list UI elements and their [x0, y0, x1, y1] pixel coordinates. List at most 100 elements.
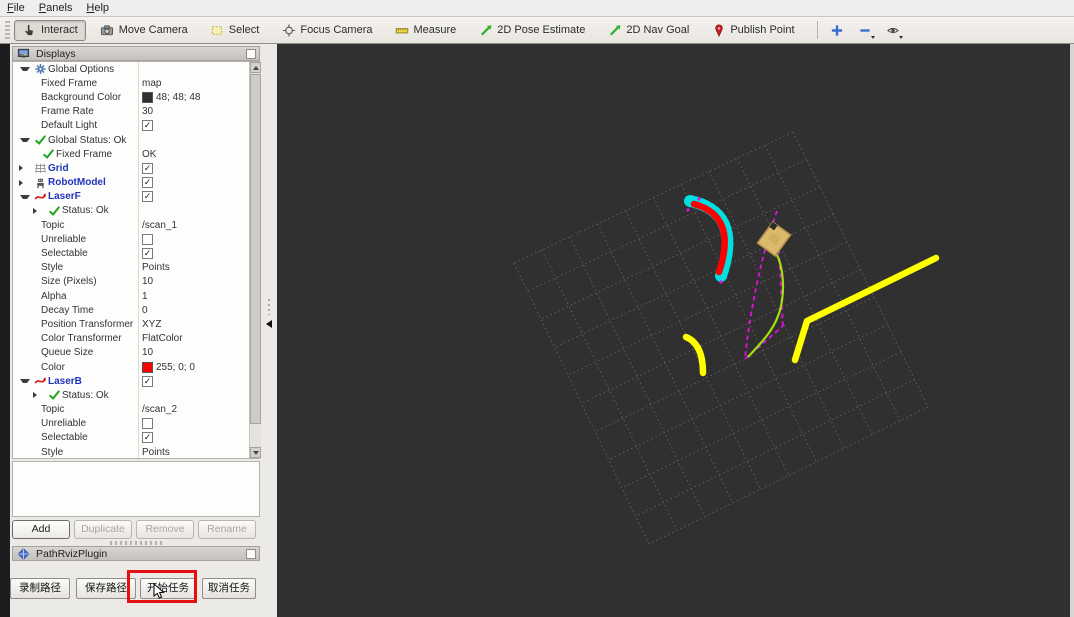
tree-row-value[interactable]: 10: [142, 347, 153, 358]
tree-scrollbar[interactable]: [249, 62, 261, 458]
tree-row-value[interactable]: 1: [142, 291, 148, 302]
tree-row-value[interactable]: 10: [142, 276, 153, 287]
tree-row[interactable]: Background Color 48; 48; 48: [13, 90, 259, 105]
menu-help[interactable]: Help: [79, 1, 116, 15]
tree-row-value[interactable]: XYZ: [142, 319, 161, 330]
tree-row[interactable]: Topic/scan_2: [13, 402, 259, 417]
expander-closed-icon[interactable]: [33, 392, 43, 399]
tree-row-value[interactable]: Points: [142, 447, 170, 458]
tool-move-camera[interactable]: Move Camera: [92, 20, 196, 41]
add-tool-button[interactable]: [826, 20, 848, 40]
checkbox-checked[interactable]: ✓: [142, 375, 153, 387]
tree-row[interactable]: Unreliable: [13, 416, 259, 431]
tool-2d-pose-estimate[interactable]: 2D Pose Estimate: [470, 20, 593, 41]
tree-row[interactable]: Frame Rate 30: [13, 104, 259, 119]
tree-row-value[interactable]: Points: [142, 262, 170, 273]
checkbox-unchecked[interactable]: [142, 418, 153, 430]
tree-row[interactable]: Status: Ok: [13, 388, 259, 403]
tree-row-value[interactable]: OK: [142, 149, 156, 160]
tree-row[interactable]: Fixed Frame OK: [13, 147, 259, 162]
path-task-button-1[interactable]: 录制路径: [10, 578, 70, 599]
tree-row[interactable]: RobotModel ✓: [13, 175, 259, 190]
expander-closed-icon[interactable]: [19, 179, 29, 186]
remove-button: Remove: [136, 520, 194, 539]
tree-row[interactable]: Selectable ✓: [13, 430, 259, 446]
tree-row-value[interactable]: /scan_2: [142, 404, 177, 415]
laser-back-wall-points: [791, 254, 940, 364]
expander-open-icon[interactable]: [20, 67, 30, 72]
tree-row[interactable]: Color Transformer FlatColor: [13, 331, 259, 346]
panel-splitter[interactable]: [262, 44, 277, 617]
tree-row[interactable]: LaserB ✓: [13, 374, 259, 389]
expander-open-icon[interactable]: [20, 138, 30, 143]
menu-file[interactable]: File: [0, 1, 32, 15]
expander-closed-icon[interactable]: [33, 207, 43, 214]
tree-row[interactable]: Unreliable: [13, 232, 259, 247]
tree-row-label: Selectable: [41, 248, 88, 260]
tool-properties-button[interactable]: [882, 20, 904, 40]
add-button[interactable]: Add: [12, 520, 70, 539]
tree-row[interactable]: Grid ✓: [13, 161, 259, 176]
expander-open-icon[interactable]: [20, 194, 30, 199]
tree-row[interactable]: Topic/scan_1: [13, 218, 259, 233]
tree-row[interactable]: Queue Size 10: [13, 345, 259, 360]
toolbar-drag-handle[interactable]: [5, 21, 10, 39]
checkbox-checked[interactable]: ✓: [142, 177, 153, 189]
tree-row-label: Background Color: [41, 91, 122, 103]
tree-row[interactable]: Alpha 1: [13, 289, 259, 304]
path-plugin-header[interactable]: PathRvizPlugin: [12, 546, 260, 561]
tree-row-value[interactable]: FlatColor: [142, 333, 183, 344]
tool-measure[interactable]: Measure: [386, 20, 464, 41]
checkbox-checked[interactable]: ✓: [142, 162, 153, 174]
scrollbar-thumb[interactable]: [250, 74, 261, 424]
checkbox-checked[interactable]: ✓: [142, 191, 153, 203]
checkbox-checked[interactable]: ✓: [142, 120, 153, 132]
tree-row[interactable]: Global Options: [13, 62, 259, 77]
tree-row[interactable]: Style Points: [13, 260, 259, 275]
tree-row[interactable]: Fixed Frame map: [13, 76, 259, 91]
tree-row[interactable]: Size (Pixels) 10: [13, 274, 259, 289]
checkbox-checked[interactable]: ✓: [142, 432, 153, 444]
tree-row[interactable]: Status: Ok: [13, 203, 259, 219]
displays-float-button[interactable]: [246, 49, 256, 59]
tool-select[interactable]: Select: [202, 20, 268, 41]
tree-row-value[interactable]: map: [142, 78, 161, 89]
color-swatch[interactable]: [142, 91, 153, 103]
dropdown-arrow-icon: [898, 36, 903, 39]
expander-closed-icon[interactable]: [19, 165, 29, 172]
path-task-button-4[interactable]: 取消任务: [202, 578, 256, 599]
collapse-panel-arrow-icon[interactable]: [266, 320, 272, 328]
dock-splitter-handle[interactable]: [110, 541, 162, 545]
scroll-down-button[interactable]: [250, 447, 261, 458]
gear-icon: [33, 62, 48, 77]
tree-row-value[interactable]: 255; 0; 0: [156, 362, 195, 373]
tool-2d-nav-goal[interactable]: 2D Nav Goal: [599, 20, 697, 41]
tree-row-value[interactable]: /scan_1: [142, 220, 177, 231]
tree-row[interactable]: Style Points: [13, 445, 259, 458]
menu-panels[interactable]: Panels: [32, 1, 80, 15]
tool-focus-camera[interactable]: Focus Camera: [273, 20, 380, 41]
checkbox-checked[interactable]: ✓: [142, 248, 153, 260]
tool-interact[interactable]: Interact: [14, 19, 86, 41]
3d-viewport[interactable]: [277, 44, 1070, 617]
tree-row[interactable]: Global Status: Ok: [13, 132, 259, 148]
path-float-button[interactable]: [246, 549, 256, 559]
color-swatch[interactable]: [142, 361, 153, 373]
displays-panel-header[interactable]: Displays: [12, 46, 260, 61]
menu-bar: File Panels Help: [0, 0, 1074, 17]
remove-tool-button[interactable]: [854, 20, 876, 40]
tool-publish-point[interactable]: Publish Point: [703, 20, 802, 41]
tree-row-value[interactable]: 30: [142, 106, 153, 117]
tree-row[interactable]: Position Transformer XYZ: [13, 317, 259, 332]
scroll-up-button[interactable]: [250, 62, 261, 73]
tree-row[interactable]: Default Light ✓: [13, 118, 259, 133]
tree-row[interactable]: Color 255; 0; 0: [13, 359, 259, 375]
checkbox-unchecked[interactable]: [142, 233, 153, 245]
green-arrow-icon: [607, 23, 622, 38]
tree-row-value[interactable]: 48; 48; 48: [156, 92, 200, 103]
expander-open-icon[interactable]: [20, 379, 30, 384]
tree-row-value[interactable]: 0: [142, 305, 148, 316]
tree-row[interactable]: LaserF ✓: [13, 189, 259, 204]
tree-row[interactable]: Selectable ✓: [13, 246, 259, 261]
tree-row[interactable]: Decay Time 0: [13, 303, 259, 318]
